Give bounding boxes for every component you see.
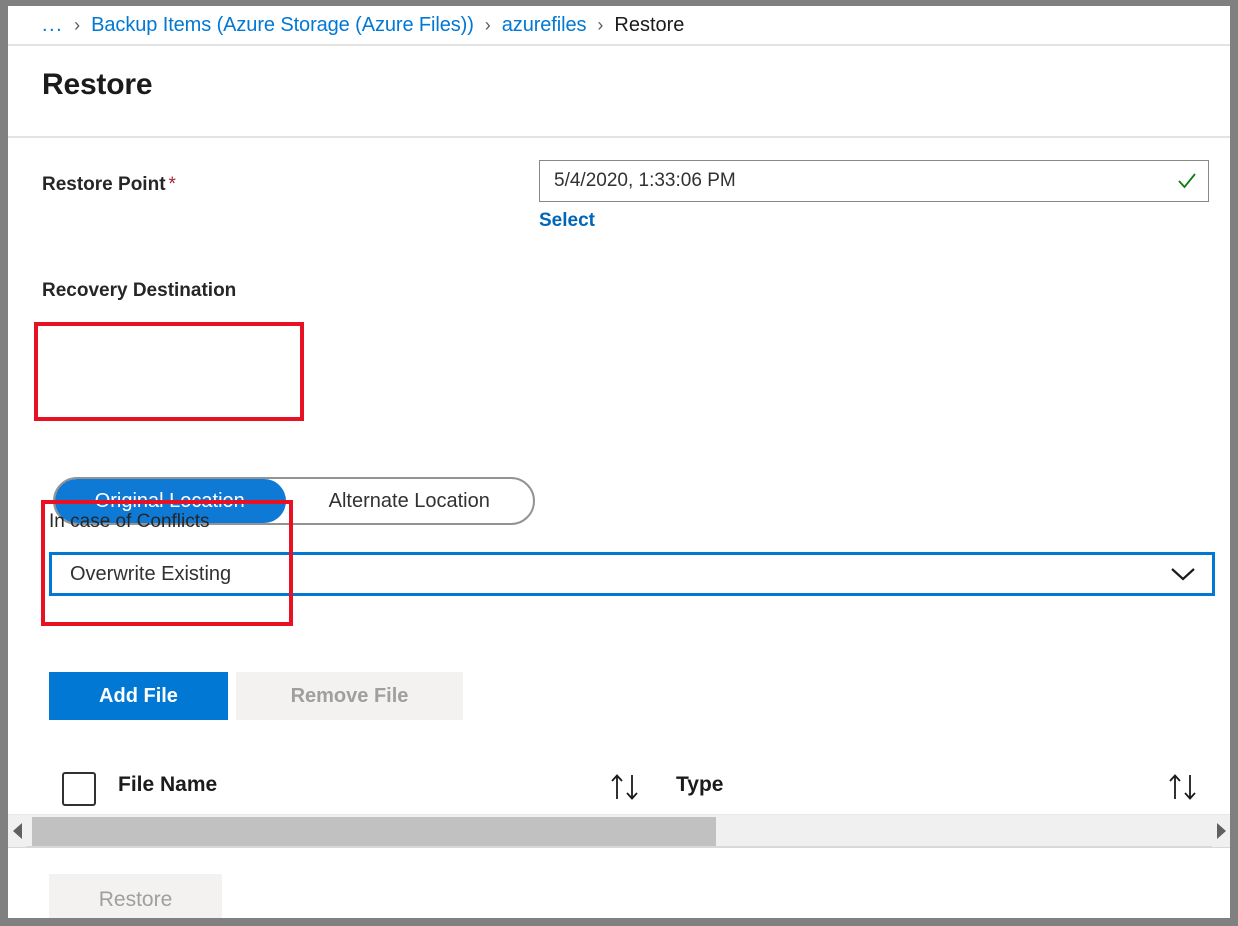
select-restore-point-link[interactable]: Select bbox=[539, 210, 595, 232]
restore-point-label-text: Restore Point bbox=[42, 174, 166, 195]
restore-blade-window: ... › Backup Items (Azure Storage (Azure… bbox=[0, 0, 1238, 926]
restore-form: Restore Point * 5/4/2020, 1:33:06 PM Sele… bbox=[8, 138, 1230, 918]
breadcrumb-item-restore: Restore bbox=[614, 13, 685, 36]
conflicts-label: In case of Conflicts bbox=[49, 511, 210, 533]
scroll-right-arrow-icon[interactable] bbox=[1212, 815, 1230, 847]
chevron-down-icon bbox=[1170, 567, 1196, 581]
breadcrumb: ... › Backup Items (Azure Storage (Azure… bbox=[8, 6, 1230, 46]
recovery-destination-label: Recovery Destination bbox=[42, 280, 236, 302]
scroll-left-arrow-icon[interactable] bbox=[8, 815, 26, 847]
blade-title-bar: Restore bbox=[8, 46, 1230, 138]
breadcrumb-separator: › bbox=[484, 14, 491, 35]
breadcrumb-overflow-button[interactable]: ... bbox=[42, 14, 63, 37]
select-all-checkbox[interactable] bbox=[62, 772, 96, 806]
conflicts-selected-value: Overwrite Existing bbox=[70, 562, 232, 585]
sort-arrows-icon[interactable] bbox=[1164, 772, 1208, 807]
recovery-destination-label-text: Recovery Destination bbox=[42, 280, 237, 301]
restore-point-label: Restore Point * bbox=[42, 174, 176, 196]
conflicts-label-text: In case of Conflicts bbox=[49, 511, 210, 532]
add-file-button[interactable]: Add File bbox=[49, 672, 228, 720]
restore-point-input[interactable]: 5/4/2020, 1:33:06 PM bbox=[539, 160, 1209, 202]
required-indicator: * bbox=[168, 174, 176, 195]
check-icon bbox=[1176, 170, 1198, 192]
remove-file-button[interactable]: Remove File bbox=[236, 672, 463, 720]
breadcrumb-separator: › bbox=[74, 14, 81, 35]
restore-submit-button[interactable]: Restore bbox=[49, 874, 222, 918]
column-header-type[interactable]: Type bbox=[676, 773, 723, 797]
file-table-header: File Name Type bbox=[42, 758, 1222, 814]
breadcrumb-separator: › bbox=[597, 14, 604, 35]
sort-arrows-icon[interactable] bbox=[606, 772, 650, 807]
breadcrumb-item-azurefiles[interactable]: azurefiles bbox=[502, 14, 587, 37]
breadcrumb-item-backup-items[interactable]: Backup Items (Azure Storage (Azure Files… bbox=[91, 14, 474, 37]
horizontal-scrollbar[interactable] bbox=[8, 814, 1230, 848]
page-title: Restore bbox=[42, 68, 153, 101]
conflicts-dropdown[interactable]: Overwrite Existing bbox=[49, 552, 1215, 596]
blade-content: ... › Backup Items (Azure Storage (Azure… bbox=[8, 6, 1230, 918]
toggle-option-alternate-location[interactable]: Alternate Location bbox=[286, 479, 533, 523]
scrollbar-thumb[interactable] bbox=[32, 817, 716, 846]
restore-point-value: 5/4/2020, 1:33:06 PM bbox=[554, 170, 736, 191]
column-header-file-name[interactable]: File Name bbox=[118, 773, 217, 797]
